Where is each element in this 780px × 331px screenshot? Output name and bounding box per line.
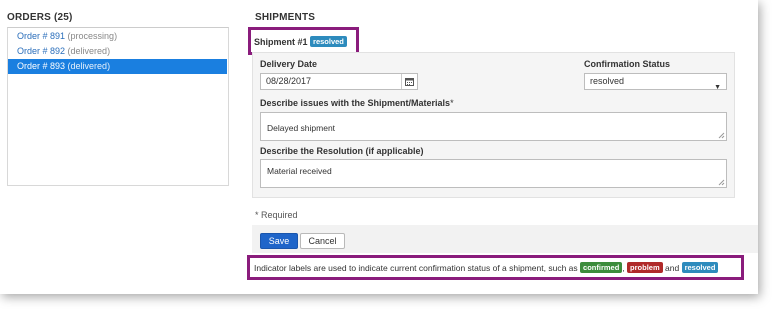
order-label: Order # 891: [17, 31, 66, 41]
order-item-892[interactable]: Order # 892 (delivered): [8, 44, 227, 59]
issues-textarea[interactable]: Delayed shipment: [260, 112, 727, 141]
indicator-note: Indicator labels are used to indicate cu…: [254, 262, 719, 273]
resolution-textarea[interactable]: Material received: [260, 159, 727, 188]
delivery-date-label: Delivery Date: [260, 59, 318, 69]
shipment-heading: Shipment #1 resolved: [254, 36, 347, 47]
confirmation-status-label: Confirmation Status: [584, 59, 671, 69]
confirmed-badge: confirmed: [580, 262, 623, 273]
confirmation-status-select[interactable]: resolved ▼: [584, 73, 727, 91]
resize-handle-icon[interactable]: [718, 179, 725, 186]
delivery-date-value: 08/28/2017: [266, 76, 312, 86]
note-separator: ,: [622, 263, 625, 273]
cancel-button[interactable]: Cancel: [300, 233, 345, 249]
order-label: Order # 892: [17, 46, 66, 56]
resolution-value: Material received: [267, 166, 332, 176]
order-status: (delivered): [67, 46, 111, 56]
issues-label-text: Describe issues with the Shipment/Materi…: [260, 98, 451, 108]
save-button[interactable]: Save: [260, 233, 298, 249]
order-status: (processing): [67, 31, 118, 41]
order-item-893[interactable]: Order # 893 (delivered): [8, 59, 227, 74]
shipment-label: Shipment #1: [254, 37, 308, 47]
calendar-icon[interactable]: [401, 74, 417, 89]
resolved-badge: resolved: [681, 262, 719, 273]
note-text: Indicator labels are used to indicate cu…: [254, 263, 578, 273]
status-badge: resolved: [310, 36, 347, 47]
issues-label: Describe issues with the Shipment/Materi…: [260, 98, 454, 108]
required-note: * Required: [255, 210, 298, 220]
orders-title: ORDERS (25): [7, 12, 73, 23]
confirmation-status-value: resolved: [590, 76, 625, 86]
note-and: and: [665, 263, 680, 273]
problem-badge: problem: [627, 262, 663, 273]
resolution-label: Describe the Resolution (if applicable): [260, 146, 424, 156]
caret-down-icon: ▼: [714, 84, 721, 91]
shipments-title: SHIPMENTS: [255, 12, 316, 23]
resize-handle-icon[interactable]: [718, 132, 725, 139]
order-item-891[interactable]: Order # 891 (processing): [8, 29, 227, 44]
order-status: (delivered): [67, 61, 111, 71]
order-label: Order # 893: [17, 61, 66, 71]
delivery-date-field[interactable]: 08/28/2017: [260, 73, 418, 90]
orders-list[interactable]: Order # 891 (processing) Order # 892 (de…: [7, 27, 229, 186]
issues-value: Delayed shipment: [267, 123, 336, 133]
required-mark: *: [450, 98, 454, 108]
